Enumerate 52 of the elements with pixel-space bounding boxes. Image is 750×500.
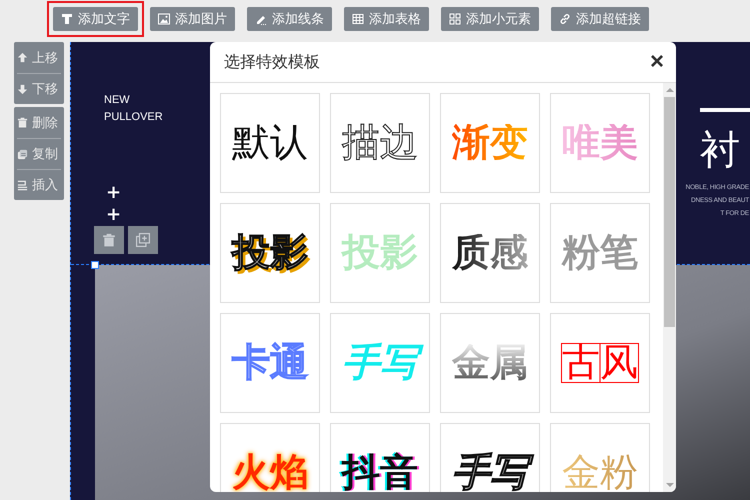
template-tile[interactable]: 质感 xyxy=(440,203,540,303)
link-icon xyxy=(559,13,571,25)
template-tile[interactable]: 金粉 xyxy=(550,423,650,492)
toolbar-button[interactable]: 添加文字 xyxy=(53,7,138,31)
action-button[interactable]: 下移 xyxy=(17,73,61,104)
template-tile[interactable]: 唯美 xyxy=(550,93,650,193)
table-icon xyxy=(352,13,364,25)
pencil-icon xyxy=(255,13,267,25)
action-button[interactable]: 复制 xyxy=(17,138,61,169)
trash-icon xyxy=(17,117,28,128)
toolbar-button[interactable]: 添加小元素 xyxy=(441,7,539,31)
duplicate-icon xyxy=(136,233,150,247)
action-button[interactable]: 上移 xyxy=(17,42,61,73)
action-button[interactable]: 删除 xyxy=(17,107,61,138)
scroll-up-icon[interactable] xyxy=(666,88,674,92)
add-button[interactable]: + xyxy=(106,204,163,226)
template-tile[interactable]: 渐变 xyxy=(440,93,540,193)
arrow-up-icon xyxy=(17,52,28,63)
duplicate-button[interactable] xyxy=(128,226,158,254)
template-tile[interactable]: 卡通 xyxy=(220,313,320,413)
template-tile[interactable]: 古风 xyxy=(550,313,650,413)
template-tile[interactable]: 抖音 xyxy=(330,423,430,492)
scrollbar-thumb[interactable] xyxy=(664,97,675,327)
toolbar-button[interactable]: 添加表格 xyxy=(344,7,429,31)
template-tile[interactable]: 投影 xyxy=(220,203,320,303)
template-tile[interactable]: 粉笔 xyxy=(550,203,650,303)
toolbar-button[interactable]: 添加超链接 xyxy=(551,7,649,31)
image-icon xyxy=(158,13,170,25)
template-tile[interactable]: 金属 xyxy=(440,313,540,413)
template-tile[interactable]: 默认 xyxy=(220,93,320,193)
template-tile[interactable]: 手写 xyxy=(440,423,540,492)
title-text: 衬 xyxy=(700,126,740,175)
template-tile[interactable]: 火焰 xyxy=(220,423,320,492)
delete-button[interactable] xyxy=(94,226,124,254)
grid-icon xyxy=(449,13,461,25)
scrollbar[interactable] xyxy=(663,83,676,492)
action-button[interactable]: 插入 xyxy=(17,169,61,200)
add-button[interactable]: + xyxy=(106,182,163,204)
headline-text: PULLOVER xyxy=(104,111,163,123)
dialog-title: 选择特效模板 xyxy=(224,52,320,72)
template-tile[interactable]: 描边 xyxy=(330,93,430,193)
arrow-down-icon xyxy=(17,84,28,94)
toolbar-button[interactable]: 添加线条 xyxy=(247,7,332,31)
resize-handle[interactable] xyxy=(91,261,99,269)
headline-text: NEW xyxy=(104,94,131,106)
toolbar-button[interactable]: 添加图片 xyxy=(150,7,235,31)
text-icon xyxy=(61,13,73,25)
insert-icon xyxy=(17,180,28,190)
trash-icon xyxy=(102,233,116,247)
copy-icon xyxy=(17,148,28,160)
close-button[interactable]: × xyxy=(650,50,664,74)
scroll-down-icon[interactable] xyxy=(666,483,674,487)
